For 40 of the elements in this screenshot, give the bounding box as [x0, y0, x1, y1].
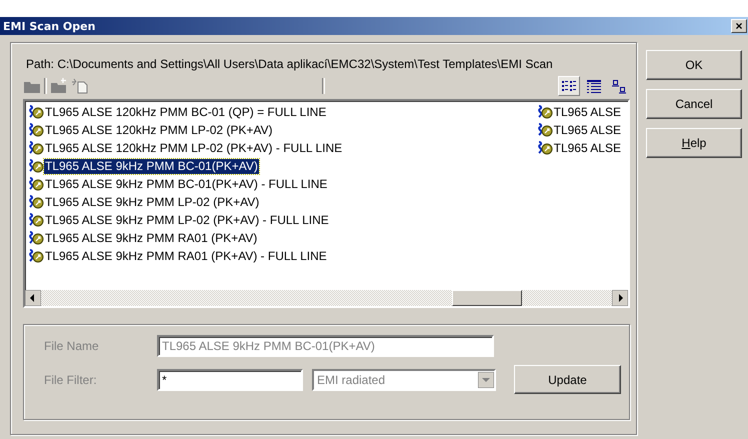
scroll-left-icon[interactable]	[25, 290, 41, 306]
file-item[interactable]: TL965 ALSE 120kHz PMM LP-02 (PK+AV)	[44, 122, 274, 138]
template-file-icon	[28, 176, 44, 192]
file-item[interactable]: TL965 ALSE 9kHz PMM RA01 (PK+AV)	[44, 230, 258, 246]
template-file-icon	[28, 212, 44, 228]
file-item[interactable]: TL965 ALSE	[552, 122, 622, 138]
close-button[interactable]: ×	[731, 19, 747, 33]
template-file-icon	[28, 230, 44, 246]
file-item[interactable]: TL965 ALSE 9kHz PMM LP-02 (PK+AV)	[44, 194, 260, 210]
list-view-icon[interactable]	[558, 76, 580, 96]
file-item[interactable]: TL965 ALSE	[552, 140, 622, 156]
dialog-button[interactable]: OK	[646, 50, 742, 80]
file-item[interactable]: TL965 ALSE	[552, 104, 622, 120]
file-filter-field[interactable]: *	[157, 368, 303, 390]
update-button[interactable]: Update	[514, 365, 621, 394]
file-item[interactable]: TL965 ALSE 9kHz PMM BC-01(PK+AV)	[44, 158, 259, 174]
scroll-thumb[interactable]	[452, 290, 522, 306]
template-file-icon	[536, 140, 553, 156]
dialog-button[interactable]: Help	[646, 128, 742, 158]
window-title: EMI Scan Open	[3, 20, 96, 32]
template-file-icon	[28, 104, 44, 120]
file-item[interactable]: TL965 ALSE 120kHz PMM BC-01 (QP) = FULL LINE	[44, 104, 328, 120]
file-name-label: File Name	[44, 339, 100, 353]
file-item[interactable]: TL965 ALSE 120kHz PMM LP-02 (PK+AV) - FULL LINE	[44, 140, 344, 156]
file-item[interactable]: TL965 ALSE 9kHz PMM BC-01(PK+AV) - FULL LINE	[44, 176, 328, 192]
scroll-right-icon[interactable]	[612, 290, 628, 306]
path-label: Path: C:\Documents and Settings\All Users\Data aplikací\EMC32\System\Test Templates\EMI Scan	[25, 57, 554, 73]
file-item[interactable]: TL965 ALSE 9kHz PMM RA01 (PK+AV) - FULL LINE	[44, 248, 328, 264]
template-file-icon	[28, 122, 44, 138]
template-file-icon	[536, 122, 553, 138]
template-file-icon	[28, 158, 44, 174]
caret-icon	[478, 372, 494, 388]
template-file-icon	[28, 140, 44, 156]
horizontal-scrollbar[interactable]	[25, 290, 628, 306]
template-file-icon	[536, 104, 553, 120]
file-item[interactable]: TL965 ALSE 9kHz PMM LP-02 (PK+AV) - FULL LINE	[44, 212, 330, 228]
file-filter-label: File Filter:	[44, 372, 98, 386]
template-file-icon	[28, 194, 44, 210]
dialog-button[interactable]: Cancel	[646, 89, 742, 119]
template-file-icon	[28, 248, 44, 264]
